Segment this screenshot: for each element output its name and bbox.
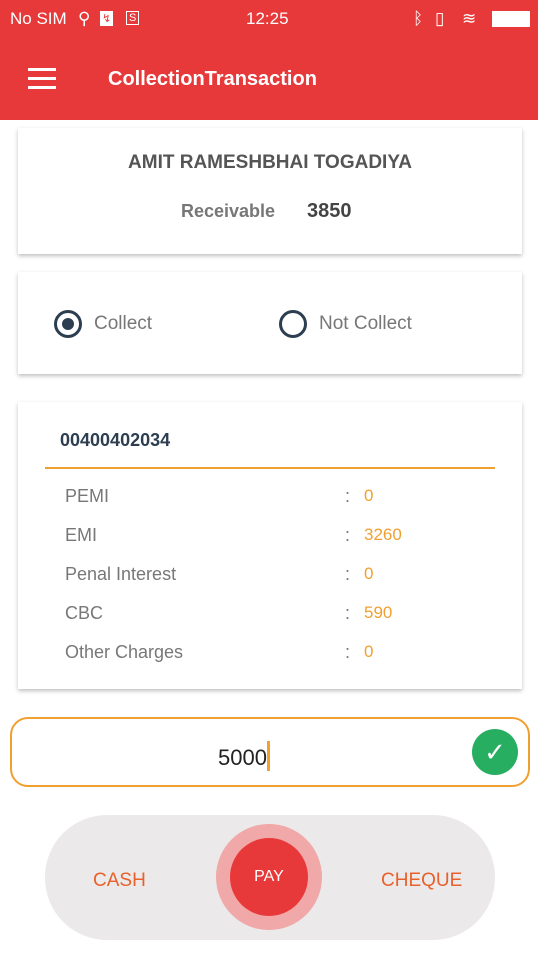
radio-label: Not Collect [319, 313, 412, 334]
account-card: 00400402034 PEMI:0 EMI:3260 Penal Intere… [18, 402, 522, 689]
bluetooth-icon: ᛒ [413, 9, 424, 28]
amount-input[interactable]: 5000 ✓ [10, 717, 530, 787]
row-value: 0 [364, 642, 374, 661]
wifi-icon: ≋ [462, 9, 477, 28]
separator: : [345, 564, 351, 584]
row-value: 590 [364, 603, 393, 622]
detail-row: Penal Interest:0 [65, 564, 505, 585]
radio-unchecked-icon [279, 310, 307, 338]
pay-button-ring: PAY [216, 824, 322, 930]
page-title: CollectionTransaction [108, 68, 317, 90]
row-value: 0 [364, 486, 374, 505]
detail-row: PEMI:0 [65, 486, 505, 507]
check-icon[interactable]: ✓ [472, 729, 518, 775]
vibrate-icon: ▯ [435, 9, 445, 28]
row-label: Other Charges [65, 642, 184, 662]
row-value: 3260 [364, 525, 402, 544]
status-bar: No SIM ⚲ ↯ S 12:25 ᛒ ▯ ≋ [0, 0, 538, 40]
detail-row: Other Charges:0 [65, 642, 505, 663]
radio-label: Collect [94, 313, 153, 334]
row-label: Penal Interest [65, 564, 177, 584]
row-value: 0 [364, 564, 374, 583]
divider [45, 467, 495, 469]
detail-row: EMI:3260 [65, 525, 505, 546]
account-number: 00400402034 [60, 430, 171, 450]
customer-card: AMIT RAMESHBHAI TOGADIYA Receivable 3850 [18, 128, 522, 254]
detail-row: CBC:590 [65, 603, 505, 624]
collect-card: Collect Not Collect [18, 272, 522, 374]
cash-button[interactable]: CASH [93, 870, 146, 892]
customer-name: AMIT RAMESHBHAI TOGADIYA [128, 152, 412, 173]
separator: : [345, 603, 351, 623]
radio-not-collect[interactable]: Not Collect [279, 310, 412, 338]
clock: 12:25 [246, 9, 289, 28]
separator: : [345, 642, 351, 662]
usb-icon: ⚲ [78, 9, 91, 28]
battery-icon [492, 11, 530, 27]
radio-collect[interactable]: Collect [54, 310, 152, 338]
text-caret [266, 741, 270, 771]
separator: : [345, 525, 351, 545]
pay-button[interactable]: PAY [230, 838, 308, 916]
s-icon: S [126, 11, 140, 25]
hamburger-icon[interactable] [28, 68, 56, 90]
row-label: CBC [65, 603, 104, 623]
carrier-text: No SIM [10, 9, 67, 28]
receivable-label: Receivable [181, 201, 276, 221]
separator: : [345, 486, 351, 506]
row-label: PEMI [65, 486, 110, 506]
app-bar: CollectionTransaction [0, 40, 538, 120]
payment-mode-bar: CASH PAY CHEQUE [45, 815, 495, 940]
row-label: EMI [65, 525, 98, 545]
receivable-value: 3850 [307, 200, 352, 222]
radio-checked-icon [54, 310, 82, 338]
app-icon: ↯ [100, 11, 114, 26]
cheque-button[interactable]: CHEQUE [381, 870, 462, 892]
amount-value: 5000 [218, 745, 267, 770]
